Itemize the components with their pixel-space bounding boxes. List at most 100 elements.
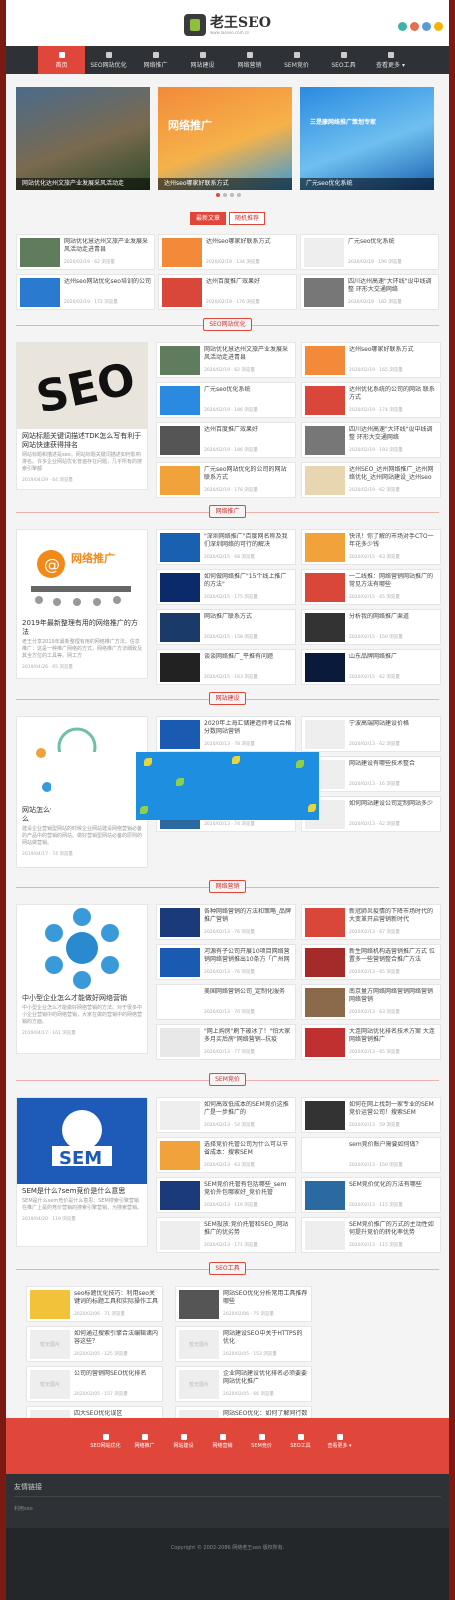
- social-icon[interactable]: [422, 22, 431, 31]
- article-title[interactable]: 新生网络机构选营销推广方式 位置多一些营销整合推广方法: [349, 948, 437, 964]
- article-title[interactable]: sem竞价账户需要如何做？: [349, 1141, 437, 1157]
- feature-card[interactable]: 中小型企业怎么才能做好网络营销 中小型企业怎么才能做好网络营销的方法。对于很多中…: [16, 904, 148, 1054]
- article-card[interactable]: 如何在网上找到一家专业的SEM竞价运营公司！搜索SEM 2020/02/13 · …: [301, 1097, 441, 1133]
- article-thumb[interactable]: [160, 1101, 200, 1130]
- article-card[interactable]: 达州seo哪家好联系方式 2020/02/19 · 165 浏览量: [301, 342, 441, 378]
- article-title[interactable]: 达州seo哪家好联系方式: [206, 238, 293, 254]
- article-card[interactable]: 快讯！你了解的市场对手CTO一年花多少钱 2020/02/15 · 63 浏览量: [301, 529, 441, 565]
- article-thumb[interactable]: [160, 653, 200, 682]
- article-card[interactable]: SEM竞价推广的方式的主动性如何提升竞价的转化率优势 2020/02/13 · 1…: [301, 1217, 441, 1253]
- article-thumb[interactable]: [305, 426, 345, 455]
- social-icon[interactable]: [410, 22, 419, 31]
- article-title[interactable]: 谈谈网络推广_平推有问题: [204, 653, 292, 669]
- article-title[interactable]: 如何网站建设公司定制网站多少: [349, 800, 437, 816]
- tab-latest[interactable]: 最新文章: [189, 212, 226, 225]
- nav-item[interactable]: 网站建设: [179, 46, 226, 74]
- article-title[interactable]: "深圳网络推广"百度网名称及我们深圳网络的可行的解决: [204, 533, 292, 549]
- slider-dot[interactable]: [216, 193, 220, 197]
- popup-ad[interactable]: [51, 752, 319, 820]
- article-title[interactable]: SEM投放:竞价托管和SEO_网站推广的优劣势: [204, 1221, 292, 1237]
- friend-link[interactable]: 利用seo: [14, 1505, 441, 1512]
- article-title[interactable]: 如何在网上找到一家专业的SEM竞价运营公司！搜索SEM: [349, 1101, 437, 1117]
- section-title[interactable]: SEO工具: [209, 1262, 246, 1275]
- article-title[interactable]: 达州seo哪家好联系方式: [349, 346, 437, 362]
- article-title[interactable]: 达州百度推广效果好: [206, 278, 293, 294]
- article-thumb[interactable]: [305, 386, 345, 415]
- article-thumb[interactable]: [304, 238, 344, 267]
- nav-item[interactable]: SEO网站优化: [85, 46, 132, 74]
- section-title[interactable]: 网络营销: [209, 880, 246, 893]
- article-card[interactable]: 广元seo优化系统 2020/02/19 · 186 浏览量: [156, 382, 296, 418]
- article-card[interactable]: 四川达州高速"大环线"设中线调整 环形大交通网络 2020/02/19 · 193…: [301, 422, 441, 458]
- slide-caption[interactable]: 网站优化达州文旅产业发展采风活动走: [16, 178, 150, 190]
- article-card[interactable]: 广元seo优化系统 2020/02/19 · 190 浏览量: [300, 234, 439, 270]
- nav-item[interactable]: SEM竞价: [273, 46, 320, 74]
- article-card[interactable]: 美国网络营销公司_定制化服务 2020/02/13 · 70 浏览量: [156, 984, 296, 1020]
- article-title[interactable]: 网站SEO优化分析常用工具推荐哪些: [223, 1290, 308, 1306]
- tab-random[interactable]: 随机推荐: [229, 212, 266, 225]
- article-title[interactable]: 河源有子公司开展10项目网络营销网络营销推出10条方「广州网络营销」: [204, 948, 292, 964]
- slide[interactable]: 网站优化达州文旅产业发展采风活动走: [16, 87, 150, 190]
- article-thumb[interactable]: [160, 533, 200, 562]
- article-card[interactable]: "深圳网络推广"百度网名称及我们深圳网络的可行的解决 2020/02/15 · 6…: [156, 529, 296, 565]
- article-thumb[interactable]: [305, 1028, 345, 1057]
- slide[interactable]: 三是康网络推广策划专家 广元seo优化系统: [300, 87, 434, 190]
- article-title[interactable]: 一二线推：网络营销网站推广的常见方法有哪些: [349, 573, 437, 589]
- article-thumb[interactable]: [162, 238, 202, 267]
- article-thumb[interactable]: [160, 466, 200, 495]
- section-title[interactable]: SEO网站优化: [203, 318, 252, 331]
- slide[interactable]: 网络推广 达州seo哪家好联系方式: [158, 87, 292, 190]
- article-title[interactable]: 广元seo优化系统: [204, 386, 292, 402]
- feature-title[interactable]: 2019年最新整理有用的网络推广的方法: [17, 616, 147, 637]
- article-title[interactable]: 2020年上海汇储建造师考试合格分数网站营销: [204, 720, 292, 736]
- article-thumb[interactable]: [305, 1141, 345, 1170]
- article-thumb[interactable]: [304, 278, 344, 307]
- article-card[interactable]: 达州优化系统的公司的网站 联系方式 2020/02/19 · 174 浏览量: [301, 382, 441, 418]
- article-card[interactable]: 暂无图片 网站建设SEO中关于HTTPS的优化 2020/02/05 · 153 浏…: [175, 1326, 312, 1362]
- article-card[interactable]: 网站优化慧达州文旅产业发展采风活动走进青县 2020/02/19 · 62 浏览量: [16, 234, 155, 270]
- article-card[interactable]: SEM竞价托管有包括哪些_sem竞价外包哪家好_竞价托管 2020/02/13 ·…: [156, 1177, 296, 1213]
- article-title[interactable]: 宁波高端网站建设价格: [349, 720, 437, 736]
- footer-nav-item[interactable]: 网络营销: [203, 1434, 242, 1474]
- article-card[interactable]: 广元seo网站优化的公司的网站 联系方式 2020/02/19 · 178 浏览量: [156, 462, 296, 498]
- article-title[interactable]: 网站建设SEO中关于HTTPS的优化: [223, 1330, 308, 1346]
- footer-nav-item[interactable]: SEO工具: [281, 1434, 320, 1474]
- article-thumb[interactable]: [179, 1290, 219, 1319]
- article-thumb[interactable]: [160, 908, 200, 937]
- article-thumb[interactable]: [305, 613, 345, 642]
- article-thumb[interactable]: [20, 278, 60, 307]
- article-title[interactable]: 达州seo网站优化seo培训的公司: [64, 278, 151, 294]
- article-thumb[interactable]: 暂无图片: [30, 1330, 70, 1359]
- article-card[interactable]: 分析我的网络推广渠道 2020/02/15 · 150 浏览量: [301, 609, 441, 645]
- article-card[interactable]: 2020年上海汇储建造师考试合格分数网站营销 2020/02/13 · 78 浏览…: [156, 716, 296, 752]
- article-card[interactable]: 一二线推：网络营销网站推广的常见方法有哪些 2020/02/15 · 65 浏览量: [301, 569, 441, 605]
- slider-dot[interactable]: [223, 193, 227, 197]
- feature-title[interactable]: 中小型企业怎么才能做好网络营销: [17, 991, 147, 1003]
- article-thumb[interactable]: [160, 346, 200, 375]
- article-title[interactable]: 山东品牌网络推广: [349, 653, 437, 669]
- article-title[interactable]: 网站推广联系方式: [204, 613, 292, 629]
- article-title[interactable]: "网上购房"刷下被冰了！"怕大家多月买后房"网络营销--抗疫: [204, 1028, 292, 1044]
- article-title[interactable]: 达州SEO_达州网络推广_达州网络优化_达州网站建设_达州seo: [349, 466, 437, 482]
- article-thumb[interactable]: 暂无图片: [179, 1370, 219, 1399]
- article-thumb[interactable]: [20, 238, 60, 267]
- article-card[interactable]: 南京量方网络网络营销网络营销网络营销 2020/02/13 · 63 浏览量: [301, 984, 441, 1020]
- article-card[interactable]: 宁波高端网站建设价格 2020/02/13 · 62 浏览量: [301, 716, 441, 752]
- article-thumb[interactable]: [160, 386, 200, 415]
- article-title[interactable]: 各种网络营销的方法和策略_品牌推广营销: [204, 908, 292, 924]
- article-title[interactable]: 分析我的网络推广渠道: [349, 613, 437, 629]
- article-thumb[interactable]: [305, 346, 345, 375]
- article-card[interactable]: 网站建设有哪些技术整合 2020/02/13 · 16 浏览量: [301, 756, 441, 792]
- article-thumb[interactable]: [160, 613, 200, 642]
- article-card[interactable]: 达州SEO_达州网络推广_达州网络优化_达州网站建设_达州seo 2020/02/…: [301, 462, 441, 498]
- article-card[interactable]: "网上购房"刷下被冰了！"怕大家多月买后房"网络营销--抗疫 2020/02/13…: [156, 1024, 296, 1060]
- article-card[interactable]: 新冠肺炎疫情的下降市场时代的大变革开启营销新时代 2020/02/13 · 67 …: [301, 904, 441, 940]
- feature-title[interactable]: SEM是什么?sem竞价是什么意思: [17, 1184, 147, 1196]
- article-card[interactable]: 网站优化慧达州文旅产业发展采风活动走进青县 2020/02/19 · 62 浏览量: [156, 342, 296, 378]
- logo[interactable]: 老王SEO www.laoseo.com.cn: [184, 14, 271, 36]
- article-card[interactable]: 暂无图片 企业网站建设优化排名必须要要网站优化推广 2020/02/05 · 66 …: [175, 1366, 312, 1402]
- article-title[interactable]: SEM竞价托管有包括哪些_sem竞价外包哪家好_竞价托管: [204, 1181, 292, 1197]
- article-title[interactable]: 公司的营销网SEO优化排名: [74, 1370, 159, 1386]
- article-thumb[interactable]: [30, 1290, 70, 1319]
- article-thumb[interactable]: [160, 426, 200, 455]
